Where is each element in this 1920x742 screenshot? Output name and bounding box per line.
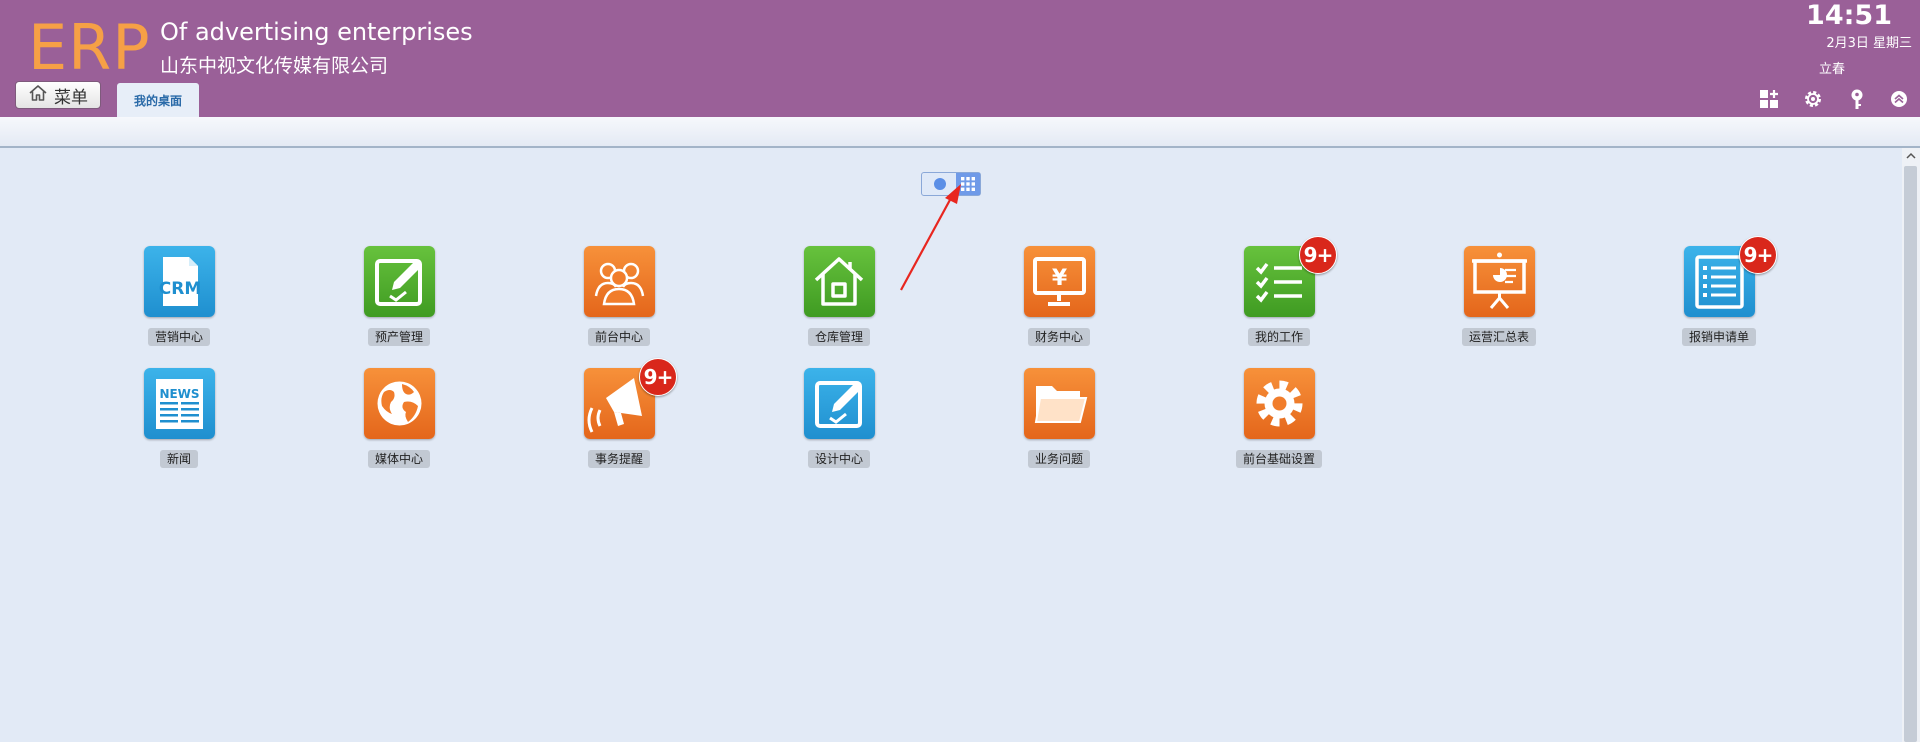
view-mode-toggle: [921, 172, 981, 196]
svg-text:CRM: CRM: [159, 279, 201, 299]
vertical-scrollbar[interactable]: [1902, 148, 1920, 742]
app-label: 报销申请单: [1681, 328, 1757, 346]
presentation-icon: [1464, 246, 1535, 317]
app-finance-center[interactable]: ¥ 财务中心: [988, 246, 1098, 356]
tab-my-desktop[interactable]: 我的桌面: [117, 83, 199, 117]
app-news[interactable]: NEWS 新闻: [108, 368, 218, 478]
app-label: 财务中心: [1027, 328, 1091, 346]
globe-icon: [364, 368, 435, 439]
app-label: 业务问题: [1027, 450, 1091, 468]
clock-time: 14:51: [1806, 0, 1892, 31]
scroll-thumb[interactable]: [1904, 166, 1917, 742]
app-front-desk-settings[interactable]: 前台基础设置: [1208, 368, 1323, 478]
scroll-up-arrow[interactable]: [1902, 148, 1920, 164]
company-name-english: Of advertising enterprises: [160, 18, 473, 46]
gear-icon[interactable]: [1801, 87, 1825, 111]
app-label: 营销中心: [147, 328, 211, 346]
folder-icon: [1024, 368, 1095, 439]
app-label: 运营汇总表: [1461, 328, 1537, 346]
crm-icon: CRM: [144, 246, 215, 317]
dot-icon: [934, 178, 946, 190]
app-label: 我的工作: [1247, 328, 1311, 346]
app-label: 预产管理: [367, 328, 431, 346]
app-label: 媒体中心: [367, 450, 431, 468]
home-icon: [28, 83, 48, 108]
svg-text:¥: ¥: [1052, 266, 1068, 291]
news-icon: NEWS: [144, 368, 215, 439]
people-icon: [584, 246, 655, 317]
notification-badge: 9+: [1299, 236, 1337, 274]
app-operations-summary[interactable]: 运营汇总表: [1428, 246, 1538, 356]
app-front-desk-center[interactable]: 前台中心: [548, 246, 658, 356]
app-reimbursement-form[interactable]: 9+ 报销申请单: [1648, 236, 1777, 356]
company-name-chinese: 山东中视文化传媒有限公司: [160, 55, 389, 77]
app-label: 事务提醒: [587, 450, 651, 468]
menu-button-label: 菜单: [54, 87, 88, 108]
collapse-up-icon[interactable]: [1887, 87, 1911, 111]
app-label: 前台中心: [587, 328, 651, 346]
menu-button[interactable]: 菜单: [15, 81, 101, 109]
app-design-center[interactable]: 设计中心: [768, 368, 878, 478]
edit-board-icon: [804, 368, 875, 439]
app-affairs-reminder[interactable]: 9+ 事务提醒: [548, 358, 677, 478]
gear-icon: [1244, 368, 1315, 439]
key-icon[interactable]: [1845, 87, 1869, 111]
svg-text:NEWS: NEWS: [159, 387, 199, 401]
edit-board-icon: [364, 246, 435, 317]
clock-date: 2月3日 星期三: [1826, 36, 1912, 51]
app-business-issues[interactable]: 业务问题: [988, 368, 1098, 478]
top-header: ERP Of advertising enterprises 山东中视文化传媒有…: [0, 0, 1920, 117]
notification-badge: 9+: [1739, 236, 1777, 274]
app-marketing-center[interactable]: CRM 营销中心: [108, 246, 218, 356]
app-preproduction[interactable]: 预产管理: [328, 246, 438, 356]
app-label: 新闻: [159, 450, 199, 468]
app-warehouse[interactable]: 仓库管理: [768, 246, 878, 356]
solar-term: 立春: [1819, 62, 1846, 77]
annotation-arrow: [900, 184, 961, 291]
list-view-button[interactable]: [922, 173, 958, 195]
grid-view-button[interactable]: [956, 173, 980, 195]
yen-monitor-icon: ¥: [1024, 246, 1095, 317]
sub-toolbar: [0, 117, 1920, 148]
erp-logo: ERP: [28, 11, 151, 84]
app-label: 前台基础设置: [1235, 450, 1323, 468]
notification-badge: 9+: [639, 358, 677, 396]
app-label: 设计中心: [807, 450, 871, 468]
add-widget-icon[interactable]: [1757, 87, 1781, 111]
house-icon: [804, 246, 875, 317]
app-media-center[interactable]: 媒体中心: [328, 368, 438, 478]
app-label: 仓库管理: [807, 328, 871, 346]
app-my-work[interactable]: 9+ 我的工作: [1208, 236, 1337, 356]
grid-icon: [961, 177, 975, 191]
